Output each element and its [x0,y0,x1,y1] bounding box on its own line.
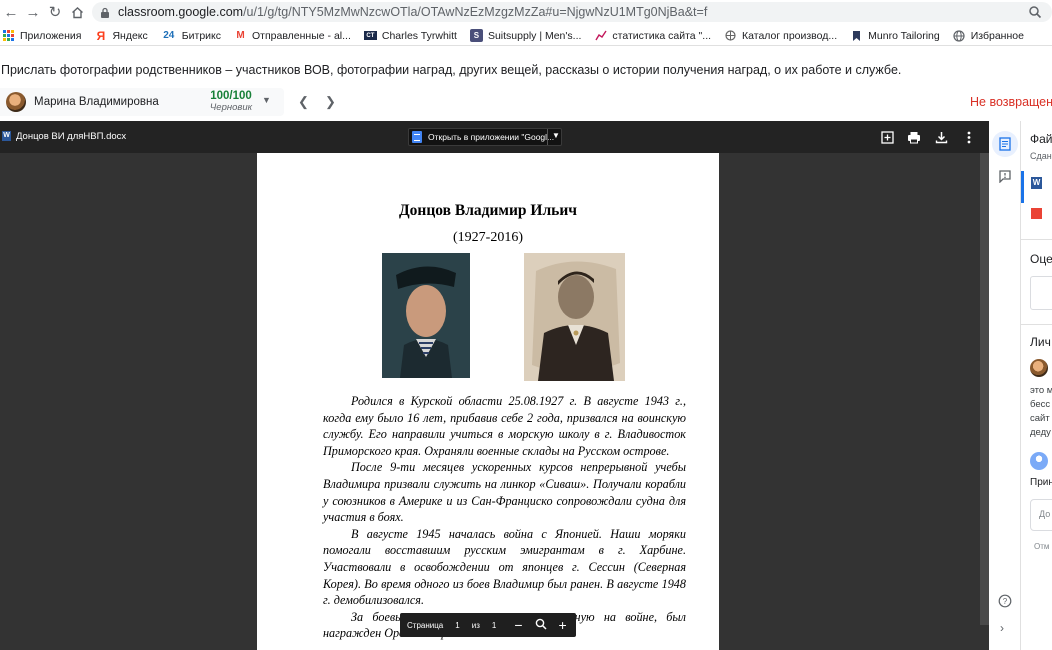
viewer-toolbar: W Донцов ВИ дляНВП.docx Открыть в прилож… [0,121,989,153]
student-bar: Марина Владимировна 100/100 Черновик ▼ ❮… [0,88,1052,118]
reply-label: Прин [1030,477,1052,488]
chevron-down-icon[interactable]: ▼ [552,131,560,140]
suitsupply-icon: S [469,29,483,42]
document-page: Донцов Владимир Ильич (1927-2016) Родилс… [257,153,719,650]
bookmark-stats[interactable]: статистика сайта "... [594,29,711,42]
grade-status: Черновик [209,102,253,113]
grade-value: 100/100 [210,90,252,102]
zoom-in-icon[interactable]: + [559,617,567,633]
return-status: Не возвращено [970,95,1052,109]
files-heading: Фай [1030,132,1052,146]
add-comment-icon[interactable] [879,129,895,145]
previous-student-icon[interactable]: ❮ [298,94,309,110]
zoom-out-icon[interactable]: − [514,617,522,633]
page-label: Страница [407,620,444,630]
avatar [1030,452,1048,470]
private-comments-heading: Лич [1030,335,1051,349]
more-vert-icon[interactable] [961,129,977,145]
document-paragraph: После 9-ти месяцев ускоренных курсов неп… [323,460,686,525]
home-icon[interactable] [66,1,88,23]
page-controls: Страница 1 из 1 − + [400,613,576,637]
munro-icon [850,29,863,42]
next-student-icon[interactable]: ❯ [325,94,336,110]
student-name: Марина Владимировна [34,96,159,108]
files-subtitle: Сдан [1030,151,1052,161]
bookmark-catalog[interactable]: Каталог производ... [724,29,837,42]
document-paragraph: Родился в Курской области 25.08.1927 г. … [323,394,686,458]
print-icon[interactable] [906,129,922,145]
globe-icon [953,29,966,42]
url-text: classroom.google.com/u/1/g/tg/NTY5MzMwNz… [118,5,708,19]
page-current[interactable]: 1 [455,621,459,630]
address-bar[interactable]: classroom.google.com/u/1/g/tg/NTY5MzMwNz… [92,2,1052,22]
browser-toolbar: ← → ↻ classroom.google.com/u/1/g/tg/NTY5… [0,0,1052,24]
document-years: (1927-2016) [453,230,523,245]
image-file-icon[interactable] [1031,208,1042,219]
bookmarks-bar: Приложения Я Яндекс 24 Битрикс M Отправленн… [0,26,1052,46]
bookmark-favorites[interactable]: Избранное [953,29,1024,42]
page-of-label: из [471,620,480,630]
download-icon[interactable] [933,129,949,145]
word-file-icon[interactable]: W [1031,177,1042,189]
bookmark-suitsupply[interactable]: S Suitsupply | Men's... [469,29,581,42]
help-icon[interactable]: ? [998,594,1012,613]
google-docs-icon [412,131,422,143]
side-panel: Фай Сдан W Оце Лич это м бесс сайт деду … [1021,121,1052,650]
chevron-down-icon[interactable]: ▼ [262,95,271,105]
document-paragraph: В августе 1945 началась война с Японией.… [323,526,686,608]
comment-input[interactable]: До [1030,499,1052,531]
catalog-icon [724,29,737,42]
cancel-button[interactable]: Отм [1034,542,1049,551]
lock-icon [101,7,109,18]
file-name: Донцов ВИ дляНВП.docx [16,131,127,142]
apps-grid-icon [2,29,15,42]
back-icon[interactable]: ← [0,1,22,23]
bookmark-bitrix[interactable]: 24 Битрикс [161,29,221,42]
bitrix24-icon: 24 [163,30,175,41]
ct-icon: CT [363,31,377,40]
photo-portrait [524,253,625,381]
avatar [6,92,26,112]
forward-icon[interactable]: → [22,1,44,23]
svg-text:?: ? [1003,597,1008,606]
photo-sailor [382,253,470,378]
document-title: Донцов Владимир Ильич [398,202,578,219]
yandex-icon: Я [96,28,106,43]
comment-icon[interactable] [998,169,1012,188]
open-in-app-button[interactable]: Открыть в приложении "Googl... ▼ [408,128,562,146]
student-selector[interactable]: Марина Владимировна 100/100 Черновик ▼ [0,88,284,116]
chart-line-icon [594,29,607,42]
bookmark-munro[interactable]: Munro Tailoring [850,29,940,42]
grade-heading: Оце [1030,252,1052,266]
grade-display[interactable]: 100/100 Черновик [208,90,254,113]
document-body: Родился в Курской области 25.08.1927 г. … [323,393,686,642]
bookmark-gmail[interactable]: M Отправленные - al... [234,29,351,42]
viewer-scrollbar[interactable] [980,153,989,625]
avatar [1030,359,1048,377]
reload-icon[interactable]: ↻ [44,1,66,23]
bookmark-charles-tyrwhitt[interactable]: CT Charles Tyrwhitt [363,30,457,42]
gmail-icon: M [236,30,245,41]
zoom-icon[interactable] [1028,5,1042,19]
bookmark-yandex[interactable]: Я Яндекс [94,28,148,43]
details-icon[interactable] [998,137,1012,156]
bookmark-apps[interactable]: Приложения [2,29,81,42]
chevron-right-icon[interactable]: › [1000,621,1004,635]
side-rail: ? › [989,121,1021,650]
page-total: 1 [491,620,497,630]
assignment-description: Прислать фотографии родственников – учас… [1,63,902,77]
grade-input[interactable] [1030,276,1052,310]
document-viewer: W Донцов ВИ дляНВП.docx Открыть в прилож… [0,121,989,650]
zoom-icon[interactable] [535,618,547,632]
comment-text: это м бесс сайт деду [1030,385,1052,438]
word-file-icon: W [2,131,11,141]
